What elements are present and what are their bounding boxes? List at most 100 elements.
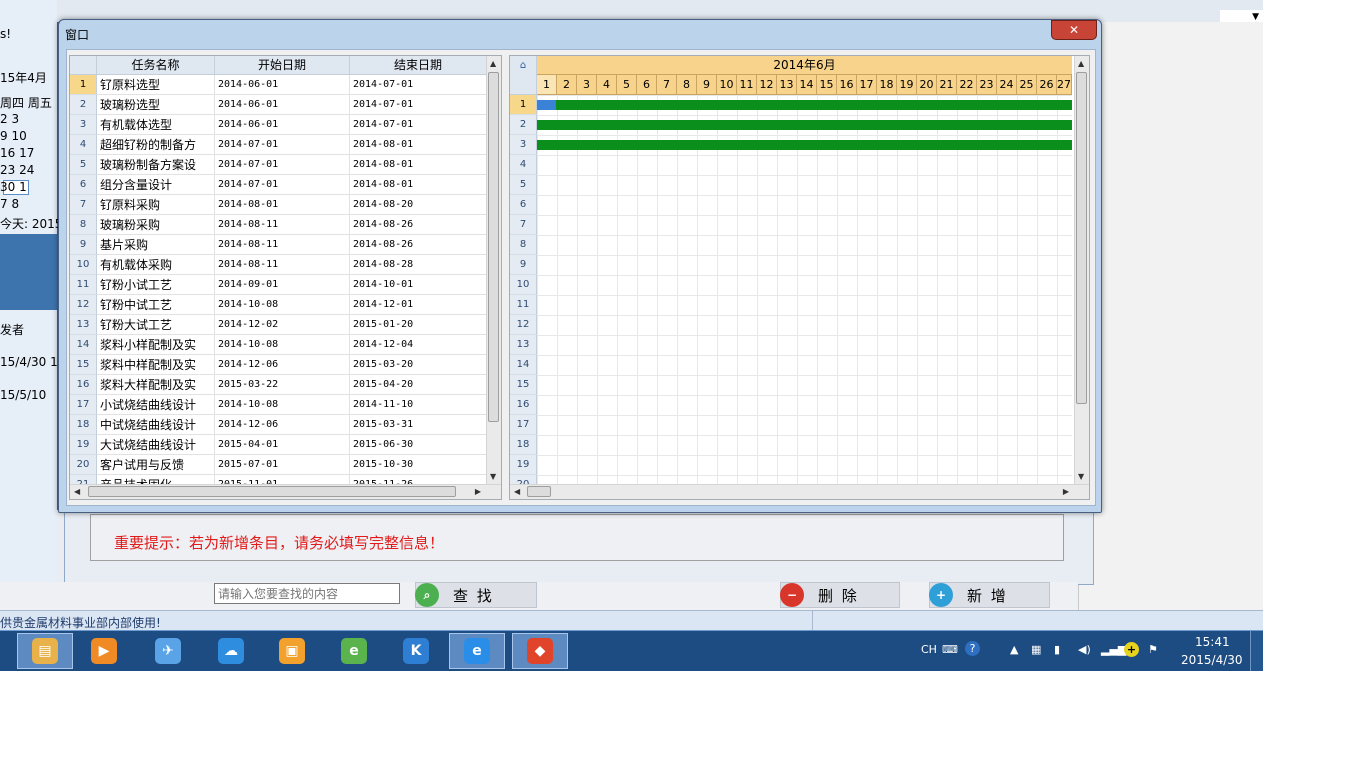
scroll-thumb[interactable] bbox=[488, 72, 499, 422]
row-header[interactable]: 12 bbox=[70, 295, 97, 315]
add-button[interactable]: + 新 增 bbox=[929, 582, 1050, 608]
table-row[interactable]: 10 有机载体采购 2014-08-11 2014-08-28 bbox=[70, 255, 487, 275]
table-row[interactable]: 5 玻璃粉制备方案设 2014-07-01 2014-08-01 bbox=[70, 155, 487, 175]
row-header[interactable]: 11 bbox=[70, 275, 97, 295]
gantt-row-header[interactable]: 5 bbox=[510, 175, 537, 195]
gantt-row-header[interactable]: 9 bbox=[510, 255, 537, 275]
table-row[interactable]: 1 钌原料选型 2014-06-01 2014-07-01 bbox=[70, 75, 487, 95]
scroll-down-icon[interactable]: ▼ bbox=[1078, 472, 1084, 481]
gantt-day-header[interactable]: 9 bbox=[697, 75, 717, 95]
gantt-day-header[interactable]: 11 bbox=[737, 75, 757, 95]
task-name-cell[interactable]: 浆料中样配制及实 bbox=[97, 355, 215, 375]
taskbar-app-button[interactable]: ☁ bbox=[203, 633, 259, 669]
table-row[interactable]: 15 浆料中样配制及实 2014-12-06 2015-03-20 bbox=[70, 355, 487, 375]
start-date-cell[interactable]: 2014-08-11 bbox=[215, 255, 350, 275]
show-desktop-button[interactable] bbox=[1250, 631, 1263, 671]
column-header-start-date[interactable]: 开始日期 bbox=[215, 56, 350, 75]
gantt-day-header[interactable]: 22 bbox=[957, 75, 977, 95]
start-date-cell[interactable]: 2014-08-01 bbox=[215, 195, 350, 215]
power-icon[interactable]: ▮ bbox=[1054, 643, 1060, 656]
gantt-day-header[interactable]: 24 bbox=[997, 75, 1017, 95]
row-header[interactable]: 8 bbox=[70, 215, 97, 235]
task-name-cell[interactable]: 钌粉小试工艺 bbox=[97, 275, 215, 295]
table-row[interactable]: 17 小试烧结曲线设计 2014-10-08 2014-11-10 bbox=[70, 395, 487, 415]
grid-corner[interactable] bbox=[70, 56, 97, 75]
taskbar-app-button[interactable]: ◆ bbox=[512, 633, 568, 669]
row-header[interactable]: 18 bbox=[70, 415, 97, 435]
task-name-cell[interactable]: 钌原料选型 bbox=[97, 75, 215, 95]
table-row[interactable]: 2 玻璃粉选型 2014-06-01 2014-07-01 bbox=[70, 95, 487, 115]
row-header[interactable]: 1 bbox=[70, 75, 97, 95]
task-name-cell[interactable]: 组分含量设计 bbox=[97, 175, 215, 195]
gantt-selected-cell[interactable] bbox=[537, 100, 556, 110]
gantt-day-header[interactable]: 27 bbox=[1057, 75, 1072, 95]
gantt-day-header[interactable]: 14 bbox=[797, 75, 817, 95]
search-input[interactable] bbox=[214, 583, 400, 604]
gantt-row-header[interactable]: 19 bbox=[510, 455, 537, 475]
end-date-cell[interactable]: 2014-11-10 bbox=[350, 395, 487, 415]
row-header[interactable]: 2 bbox=[70, 95, 97, 115]
table-row[interactable]: 11 钌粉小试工艺 2014-09-01 2014-10-01 bbox=[70, 275, 487, 295]
table-row[interactable]: 4 超细钌粉的制备方 2014-07-01 2014-08-01 bbox=[70, 135, 487, 155]
start-date-cell[interactable]: 2014-06-01 bbox=[215, 115, 350, 135]
table-row[interactable]: 8 玻璃粉采购 2014-08-11 2014-08-26 bbox=[70, 215, 487, 235]
gantt-row-header[interactable]: 15 bbox=[510, 375, 537, 395]
gantt-day-header[interactable]: 8 bbox=[677, 75, 697, 95]
task-grid-vertical-scrollbar[interactable]: ▲ ▼ bbox=[486, 56, 501, 484]
end-date-cell[interactable]: 2014-08-26 bbox=[350, 235, 487, 255]
start-date-cell[interactable]: 2014-06-01 bbox=[215, 95, 350, 115]
end-date-cell[interactable]: 2014-10-01 bbox=[350, 275, 487, 295]
task-name-cell[interactable]: 基片采购 bbox=[97, 235, 215, 255]
column-header-task-name[interactable]: 任务名称 bbox=[97, 56, 215, 75]
end-date-cell[interactable]: 2014-07-01 bbox=[350, 95, 487, 115]
gantt-row-header[interactable]: 13 bbox=[510, 335, 537, 355]
start-date-cell[interactable]: 2014-09-01 bbox=[215, 275, 350, 295]
start-date-cell[interactable]: 2014-07-01 bbox=[215, 175, 350, 195]
start-date-cell[interactable]: 2014-08-11 bbox=[215, 215, 350, 235]
row-header[interactable]: 17 bbox=[70, 395, 97, 415]
row-header[interactable]: 15 bbox=[70, 355, 97, 375]
gantt-day-header[interactable]: 7 bbox=[657, 75, 677, 95]
gantt-corner-icon[interactable]: ⌂ bbox=[510, 56, 537, 95]
show-hidden-icons-icon[interactable]: ▲ bbox=[1010, 643, 1018, 656]
end-date-cell[interactable]: 2014-08-01 bbox=[350, 135, 487, 155]
find-button[interactable]: ⌕ 查 找 bbox=[415, 582, 537, 608]
table-row[interactable]: 9 基片采购 2014-08-11 2014-08-26 bbox=[70, 235, 487, 255]
end-date-cell[interactable]: 2014-12-01 bbox=[350, 295, 487, 315]
scroll-left-icon[interactable]: ◀ bbox=[514, 487, 520, 496]
taskbar-app-button[interactable]: e bbox=[449, 633, 505, 669]
gantt-day-header[interactable]: 13 bbox=[777, 75, 797, 95]
gantt-day-header[interactable]: 18 bbox=[877, 75, 897, 95]
gantt-row-header[interactable]: 1 bbox=[510, 95, 537, 115]
gantt-day-header[interactable]: 23 bbox=[977, 75, 997, 95]
gantt-row-header[interactable]: 18 bbox=[510, 435, 537, 455]
row-header[interactable]: 6 bbox=[70, 175, 97, 195]
gantt-row-header[interactable]: 2 bbox=[510, 115, 537, 135]
clock-time[interactable]: 15:41 bbox=[1195, 635, 1230, 649]
task-name-cell[interactable]: 玻璃粉选型 bbox=[97, 95, 215, 115]
task-name-cell[interactable]: 有机载体采购 bbox=[97, 255, 215, 275]
gantt-day-header[interactable]: 20 bbox=[917, 75, 937, 95]
row-header[interactable]: 10 bbox=[70, 255, 97, 275]
input-language[interactable]: CH bbox=[921, 643, 937, 656]
gantt-day-header[interactable]: 21 bbox=[937, 75, 957, 95]
start-date-cell[interactable]: 2015-03-22 bbox=[215, 375, 350, 395]
taskbar-app-button[interactable]: ▶ bbox=[76, 633, 132, 669]
end-date-cell[interactable]: 2015-06-30 bbox=[350, 435, 487, 455]
end-date-cell[interactable]: 2014-12-04 bbox=[350, 335, 487, 355]
gantt-bar[interactable] bbox=[537, 100, 1072, 110]
task-name-cell[interactable]: 玻璃粉制备方案设 bbox=[97, 155, 215, 175]
start-date-cell[interactable]: 2014-12-06 bbox=[215, 415, 350, 435]
table-row[interactable]: 3 有机载体选型 2014-06-01 2014-07-01 bbox=[70, 115, 487, 135]
row-header[interactable]: 19 bbox=[70, 435, 97, 455]
gantt-row-header[interactable]: 11 bbox=[510, 295, 537, 315]
end-date-cell[interactable]: 2015-03-20 bbox=[350, 355, 487, 375]
task-name-cell[interactable]: 超细钌粉的制备方 bbox=[97, 135, 215, 155]
table-row[interactable]: 12 钌粉中试工艺 2014-10-08 2014-12-01 bbox=[70, 295, 487, 315]
task-name-cell[interactable]: 钌粉大试工艺 bbox=[97, 315, 215, 335]
row-header[interactable]: 13 bbox=[70, 315, 97, 335]
gantt-bar[interactable] bbox=[537, 120, 1072, 130]
gantt-day-header[interactable]: 5 bbox=[617, 75, 637, 95]
gantt-day-header[interactable]: 16 bbox=[837, 75, 857, 95]
task-grid-horizontal-scrollbar[interactable]: ◀ ▶ bbox=[70, 484, 501, 499]
